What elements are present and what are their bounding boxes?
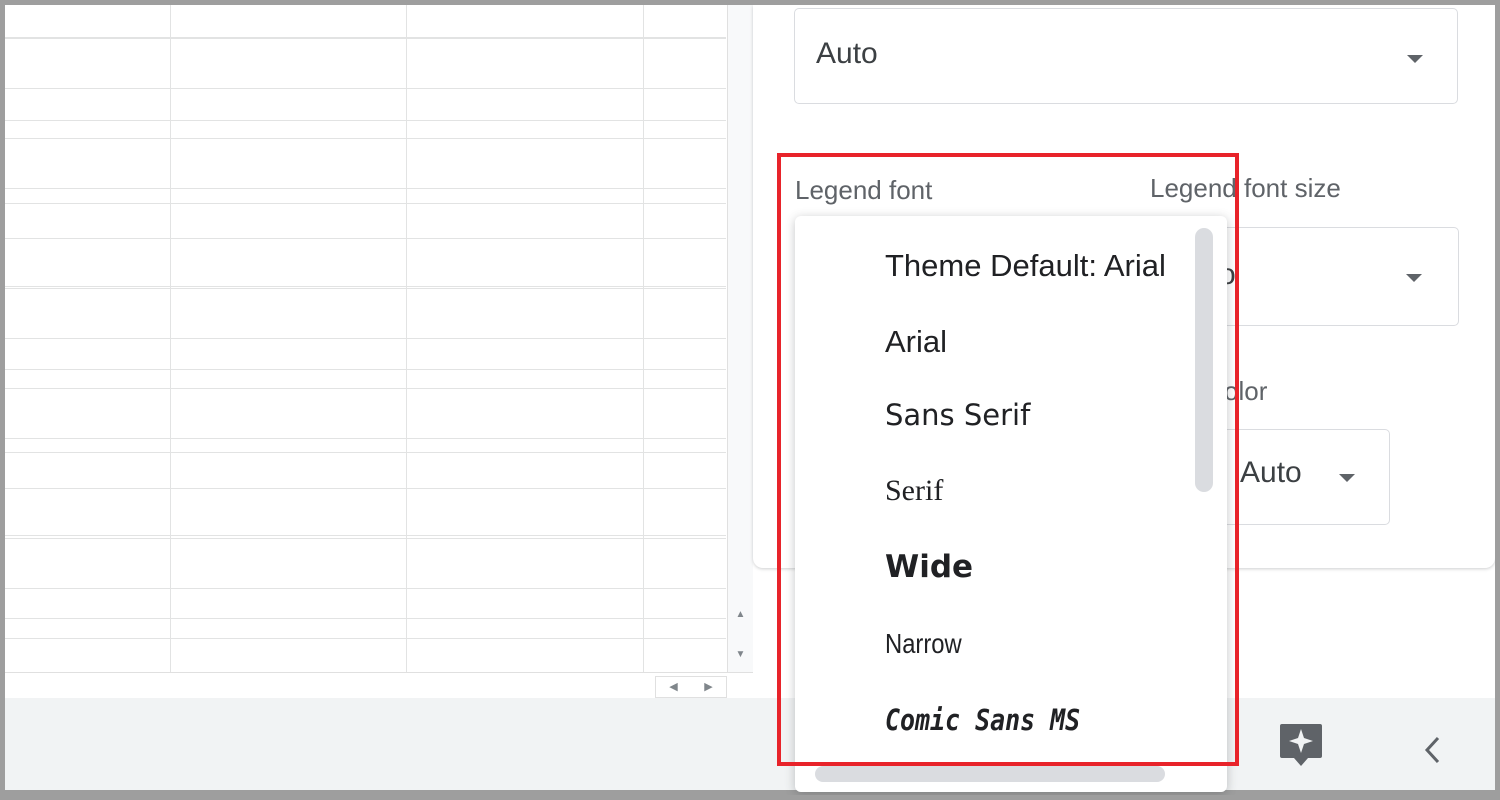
vertical-scrollbar[interactable]: ▲ ▼ <box>727 5 753 672</box>
caret-down-icon <box>1407 55 1423 63</box>
scroll-up-arrow-icon[interactable]: ▲ <box>728 605 753 625</box>
legend-font-label: Legend font <box>795 175 933 205</box>
explore-sparkle-icon[interactable] <box>1278 720 1324 768</box>
legend-font-dropdown-menu[interactable]: Theme Default: Arial Arial Sans Serif Se… <box>795 216 1227 792</box>
font-option-narrow[interactable]: Narrow <box>885 628 962 660</box>
spreadsheet-grid[interactable] <box>5 5 726 672</box>
legend-font-size-label: Legend font size <box>1150 173 1341 203</box>
bottom-edge <box>0 790 1500 800</box>
horizontal-scroll-buttons[interactable]: ◀ ▶ <box>655 676 727 698</box>
top-select-value: Auto <box>816 37 878 70</box>
scroll-down-arrow-icon[interactable]: ▼ <box>728 645 753 665</box>
legend-text-color-label: olor <box>1224 376 1268 406</box>
grid-lines <box>5 5 726 672</box>
dropdown-horizontal-scrollbar[interactable] <box>815 766 1165 782</box>
top-auto-select[interactable]: Auto <box>794 8 1458 104</box>
font-option-theme-default[interactable]: Theme Default: Arial <box>885 248 1166 284</box>
font-option-comic-sans[interactable]: Comic Sans MS <box>885 703 1080 737</box>
scroll-right-arrow-icon[interactable]: ▶ <box>691 677 726 697</box>
font-option-serif[interactable]: Serif <box>885 474 943 508</box>
scroll-left-arrow-icon[interactable]: ◀ <box>656 677 691 697</box>
dropdown-vertical-scrollbar[interactable] <box>1195 228 1213 492</box>
legend-text-color-value: Auto <box>1240 456 1302 489</box>
font-option-sans-serif[interactable]: Sans Serif <box>885 398 1030 432</box>
font-option-wide[interactable]: Wide <box>885 549 973 585</box>
caret-down-icon <box>1339 474 1355 482</box>
chevron-left-icon[interactable] <box>1418 732 1448 768</box>
horizontal-scroll-strip <box>5 672 753 699</box>
font-option-arial[interactable]: Arial <box>885 324 947 360</box>
sheet-footer-bar <box>5 698 1495 790</box>
caret-down-icon <box>1406 274 1422 282</box>
